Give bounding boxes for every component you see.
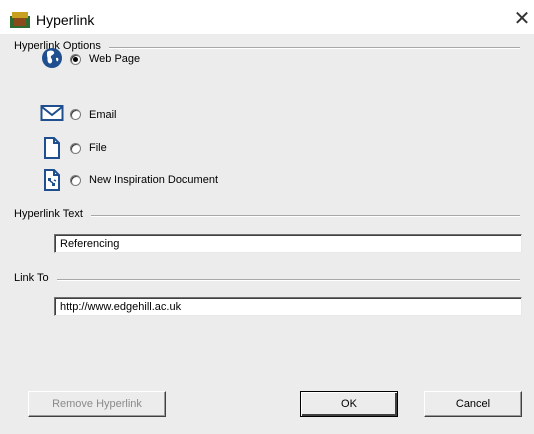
option-label-email[interactable]: Email	[89, 109, 117, 121]
link-to-label: Link To	[14, 272, 57, 284]
cancel-button[interactable]: Cancel	[424, 391, 522, 417]
window-title: Hyperlink	[36, 12, 95, 28]
app-icon	[10, 12, 30, 28]
link-group-divider	[14, 279, 520, 281]
remove-hyperlink-button[interactable]: Remove Hyperlink	[28, 391, 166, 417]
option-label-file[interactable]: File	[89, 142, 107, 154]
link-to-input[interactable]: http://www.edgehill.ac.uk	[54, 297, 522, 316]
radio-file[interactable]	[70, 143, 81, 154]
option-label-new-inspiration-document[interactable]: New Inspiration Document	[89, 174, 218, 186]
close-icon[interactable]: ✕	[510, 8, 534, 30]
radio-new-inspiration-document[interactable]	[70, 175, 81, 186]
globe-icon	[42, 48, 62, 68]
title-bar[interactable]: Hyperlink ✕	[0, 0, 534, 34]
radio-email[interactable]	[70, 109, 81, 120]
radio-web-page[interactable]	[70, 54, 81, 65]
option-label-web-page[interactable]: Web Page	[89, 53, 140, 65]
hyperlink-dialog: Hyperlink ✕ Hyperlink Options Web Page E…	[0, 0, 534, 434]
hyperlink-text-label: Hyperlink Text	[14, 208, 91, 220]
envelope-icon	[40, 105, 64, 121]
hyperlink-text-input[interactable]: Referencing	[54, 234, 522, 253]
inspiration-document-icon	[44, 169, 60, 191]
ok-button[interactable]: OK	[300, 391, 398, 417]
dialog-body: Hyperlink Options Web Page Email File Ne…	[0, 34, 534, 434]
file-icon	[44, 137, 60, 159]
